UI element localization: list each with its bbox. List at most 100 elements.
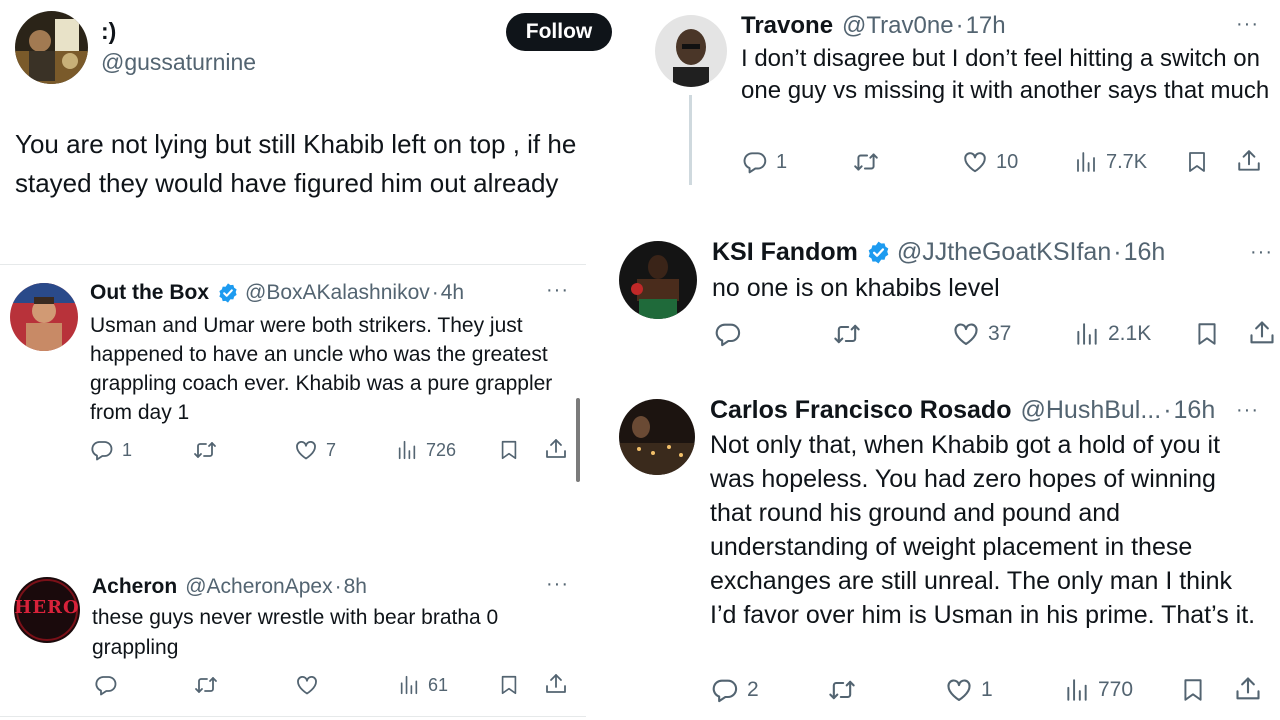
bookmark-button[interactable] — [1194, 320, 1220, 348]
reply-icon — [94, 673, 118, 697]
tweet-text: these guys never wrestle with bear brath… — [92, 606, 499, 659]
display-name[interactable]: :) — [101, 18, 116, 45]
tweet-text: You are not lying but still Khabib left … — [15, 129, 577, 198]
verified-badge-icon — [217, 282, 239, 304]
heart-icon — [962, 149, 988, 175]
views-count: 61 — [428, 674, 449, 695]
follow-button[interactable]: Follow — [506, 13, 612, 51]
reply-button[interactable] — [714, 320, 742, 348]
share-button[interactable] — [1234, 675, 1262, 703]
avatar[interactable] — [10, 283, 78, 351]
separator-dot: · — [1113, 238, 1122, 266]
display-name[interactable]: Out the Box — [90, 281, 209, 305]
like-count: 7 — [326, 439, 337, 460]
tweet-text: I don’t disagree but I don’t feel hittin… — [741, 45, 1270, 104]
display-name[interactable]: Travone — [741, 12, 833, 40]
separator-dot: · — [955, 12, 964, 39]
more-icon[interactable]: ··· — [546, 574, 569, 594]
share-button[interactable] — [1236, 148, 1262, 174]
reply-count: 1 — [122, 439, 133, 460]
avatar-logo-text: HERO — [14, 597, 80, 618]
display-name[interactable]: KSI Fandom — [712, 238, 858, 267]
retweet-button[interactable] — [192, 438, 218, 462]
retweet-button[interactable] — [831, 320, 863, 348]
bookmark-icon — [498, 438, 520, 462]
display-name[interactable]: Acheron — [92, 575, 177, 599]
tweet-text: Not only that, when Khabib got a hold of… — [710, 431, 1256, 629]
retweet-icon — [831, 320, 863, 348]
like-count: 10 — [996, 150, 1019, 173]
more-icon[interactable]: ··· — [1236, 400, 1259, 420]
handle[interactable]: @gussaturnine — [101, 49, 256, 76]
reply-button[interactable]: 2 — [711, 676, 759, 704]
views-button[interactable]: 7.7K — [1074, 149, 1147, 175]
timestamp[interactable]: 8h — [344, 575, 367, 599]
handle[interactable]: @HushBul... — [1020, 396, 1161, 425]
timestamp[interactable]: 17h — [966, 12, 1006, 40]
views-count: 726 — [426, 439, 457, 460]
reply-button[interactable]: 1 — [90, 438, 132, 462]
like-button[interactable]: 1 — [945, 676, 993, 704]
avatar[interactable] — [655, 15, 727, 87]
reply-button[interactable]: 1 — [742, 149, 787, 175]
scrollbar[interactable] — [576, 398, 580, 482]
avatar[interactable] — [15, 11, 88, 84]
retweet-icon — [826, 676, 858, 704]
heart-icon — [294, 438, 318, 462]
views-button[interactable]: 770 — [1064, 676, 1133, 704]
heart-icon — [295, 673, 319, 697]
avatar[interactable] — [619, 241, 697, 319]
reply-button[interactable] — [94, 673, 118, 697]
like-button[interactable] — [295, 673, 319, 697]
views-icon — [1064, 676, 1090, 704]
timestamp[interactable]: 16h — [1174, 396, 1216, 425]
retweet-icon — [851, 149, 881, 175]
verified-badge-icon — [866, 240, 891, 265]
share-button[interactable] — [544, 437, 568, 461]
divider — [0, 264, 586, 265]
like-button[interactable]: 7 — [294, 438, 336, 462]
like-button[interactable]: 10 — [962, 149, 1018, 175]
share-button[interactable] — [1248, 319, 1276, 347]
handle[interactable]: @Trav0ne — [842, 12, 954, 40]
share-icon — [544, 437, 568, 461]
bookmark-button[interactable] — [1180, 676, 1206, 704]
handle[interactable]: @JJtheGoatKSIfan — [897, 238, 1111, 267]
views-button[interactable]: 2.1K — [1074, 320, 1151, 348]
bookmark-icon — [498, 673, 520, 697]
like-button[interactable]: 37 — [952, 320, 1011, 348]
reply-icon — [714, 320, 742, 348]
separator-dot: · — [431, 281, 439, 304]
retweet-button[interactable] — [826, 676, 858, 704]
bookmark-button[interactable] — [1185, 149, 1209, 175]
divider — [0, 716, 586, 717]
more-icon[interactable]: ··· — [546, 280, 569, 300]
tweet-header: :) — [101, 18, 116, 45]
share-button[interactable] — [544, 672, 568, 696]
more-icon[interactable]: ··· — [1236, 14, 1259, 34]
views-button[interactable]: 726 — [396, 438, 456, 462]
tweet-header: Carlos Francisco Rosado @HushBul... · 16… — [710, 395, 1215, 426]
bookmark-button[interactable] — [498, 673, 520, 697]
handle[interactable]: @AcheronApex — [185, 575, 332, 599]
retweet-button[interactable] — [851, 149, 881, 175]
timestamp[interactable]: 4h — [441, 281, 464, 305]
retweet-button[interactable] — [193, 673, 219, 697]
avatar[interactable]: HERO — [14, 577, 80, 643]
like-count: 37 — [988, 322, 1012, 345]
share-icon — [1236, 148, 1262, 174]
views-icon — [396, 438, 418, 462]
display-name[interactable]: Carlos Francisco Rosado — [710, 396, 1011, 425]
handle[interactable]: @BoxAKalashnikov — [245, 281, 430, 305]
tweet-header: Out the Box @BoxAKalashnikov · 4h — [90, 280, 464, 306]
views-count: 7.7K — [1106, 150, 1148, 173]
retweet-icon — [193, 673, 219, 697]
tweet-header: Travone @Trav0ne · 17h — [741, 11, 1006, 41]
avatar[interactable] — [619, 399, 695, 475]
more-icon[interactable]: ··· — [1250, 242, 1273, 262]
views-button[interactable]: 61 — [398, 673, 448, 697]
bookmark-button[interactable] — [498, 438, 520, 462]
reply-icon — [711, 676, 739, 704]
timestamp[interactable]: 16h — [1124, 238, 1166, 267]
views-icon — [398, 673, 420, 697]
